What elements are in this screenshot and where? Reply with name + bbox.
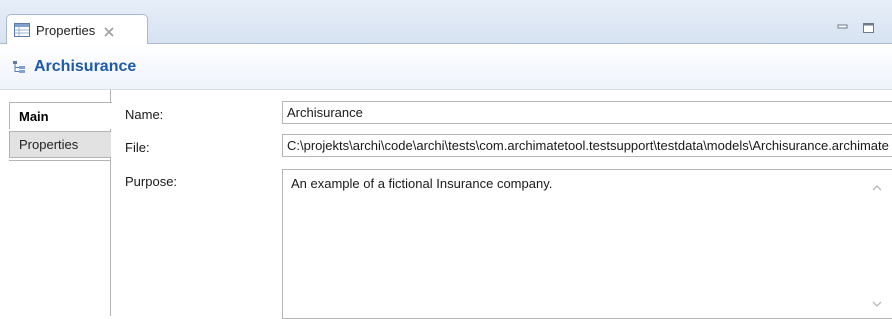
purpose-field[interactable]: An example of a fictional Insurance comp…	[282, 169, 892, 319]
maximize-icon[interactable]	[862, 22, 876, 34]
file-field[interactable]	[282, 134, 892, 157]
close-icon[interactable]	[104, 25, 114, 37]
name-label: Name:	[125, 107, 164, 122]
tab-main[interactable]: Main	[9, 102, 112, 129]
scroll-up-icon[interactable]	[871, 180, 883, 191]
properties-title-bar: Archisurance	[0, 44, 892, 90]
model-tree-icon	[12, 60, 26, 74]
tab-main-label: Main	[19, 108, 49, 124]
tab-properties-section[interactable]: Properties	[9, 131, 111, 158]
file-label: File:	[125, 140, 150, 155]
tab-properties[interactable]: Properties	[6, 14, 148, 45]
view-tab-bar: Properties	[0, 0, 892, 45]
purpose-label: Purpose:	[125, 174, 178, 189]
properties-table-icon	[14, 23, 30, 37]
side-tab-list: Main Properties	[9, 90, 112, 316]
minimize-icon[interactable]	[836, 22, 850, 34]
name-field[interactable]	[282, 101, 892, 124]
page-title: Archisurance	[34, 57, 137, 75]
scroll-down-icon[interactable]	[871, 296, 883, 307]
tab-properties-label: Properties	[36, 22, 96, 38]
side-tab-divider	[9, 160, 110, 161]
tab-properties-section-label: Properties	[19, 137, 79, 152]
